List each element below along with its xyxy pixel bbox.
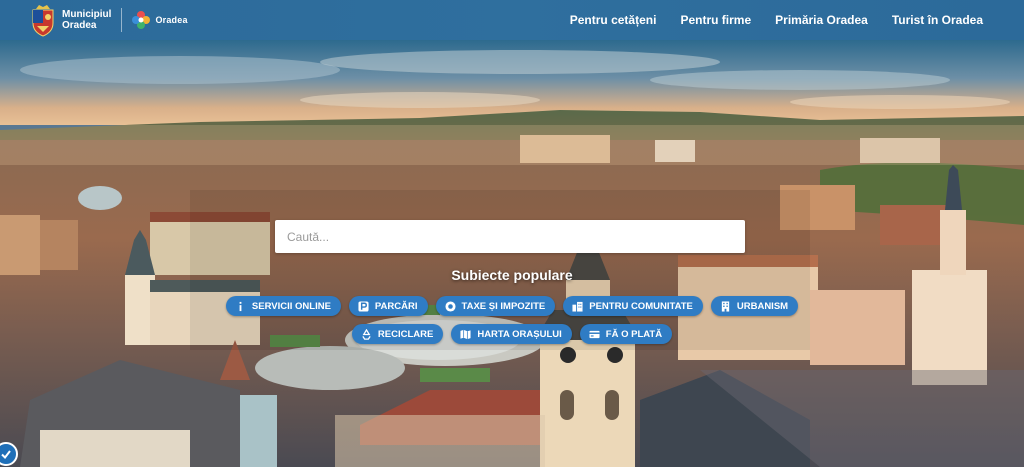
buildings-icon — [572, 301, 583, 312]
chip-label: URBANISM — [736, 300, 789, 312]
popular-topics-row1: SERVICII ONLINE PARCĂRI TAXE ȘI IMPOZITE… — [0, 296, 1024, 316]
chip-parking[interactable]: PARCĂRI — [348, 296, 428, 316]
chip-label: HARTA ORAȘULUI — [477, 328, 562, 340]
coin-icon — [444, 300, 456, 312]
chip-label: RECICLARE — [377, 328, 434, 340]
search-input[interactable] — [275, 220, 745, 253]
chip-label: FĂ O PLATĂ — [605, 328, 663, 340]
chip-urbanism[interactable]: URBANISM — [710, 296, 799, 316]
recycle-icon — [362, 328, 371, 340]
nav-city-hall[interactable]: Primăria Oradea — [775, 13, 868, 27]
popular-topics-title: Subiecte populare — [451, 267, 573, 283]
nav-citizens[interactable]: Pentru cetățeni — [570, 13, 657, 27]
chip-community[interactable]: PENTRU COMUNITATE — [563, 296, 703, 316]
checkmark-icon — [1, 450, 11, 460]
info-icon — [239, 301, 242, 311]
nav-companies[interactable]: Pentru firme — [680, 13, 751, 27]
chip-city-map[interactable]: HARTA ORAȘULUI — [451, 324, 572, 344]
credit-card-icon — [589, 330, 600, 338]
chip-taxes[interactable]: TAXE ȘI IMPOZITE — [435, 296, 556, 316]
chip-online-services[interactable]: SERVICII ONLINE — [225, 296, 341, 316]
hero-section: Subiecte populare SERVICII ONLINE PARCĂR… — [0, 40, 1024, 467]
chip-label: PENTRU COMUNITATE — [589, 300, 693, 312]
city-crest-icon — [32, 5, 54, 37]
logo-line1: Municipiul — [62, 9, 112, 20]
popular-topics-row2: RECICLARE HARTA ORAȘULUI FĂ O PLATĂ — [0, 324, 1024, 344]
logo-group[interactable]: Municipiul Oradea Oradea — [30, 0, 188, 40]
chip-label: SERVICII ONLINE — [251, 300, 331, 312]
chip-make-payment[interactable]: FĂ O PLATĂ — [579, 324, 673, 344]
map-icon — [460, 329, 471, 339]
chip-label: PARCĂRI — [374, 300, 418, 312]
parking-icon — [358, 300, 369, 312]
city-aerial-image — [0, 40, 1024, 467]
building-icon — [721, 300, 730, 312]
site-header: Municipiul Oradea Oradea Pentru cetățeni… — [0, 0, 1024, 40]
logo-divider — [121, 8, 123, 32]
chip-recycling[interactable]: RECICLARE — [351, 324, 444, 344]
nav-tourist[interactable]: Turist în Oradea — [892, 13, 983, 27]
chip-label: TAXE ȘI IMPOZITE — [461, 300, 546, 312]
municipality-name: Municipiul Oradea — [62, 9, 111, 31]
main-nav: Pentru cetățeni Pentru firme Primăria Or… — [546, 0, 983, 40]
oradea-flower-icon — [132, 11, 151, 29]
oradea-brand: Oradea — [155, 15, 188, 25]
logo-line2: Oradea — [62, 20, 97, 31]
